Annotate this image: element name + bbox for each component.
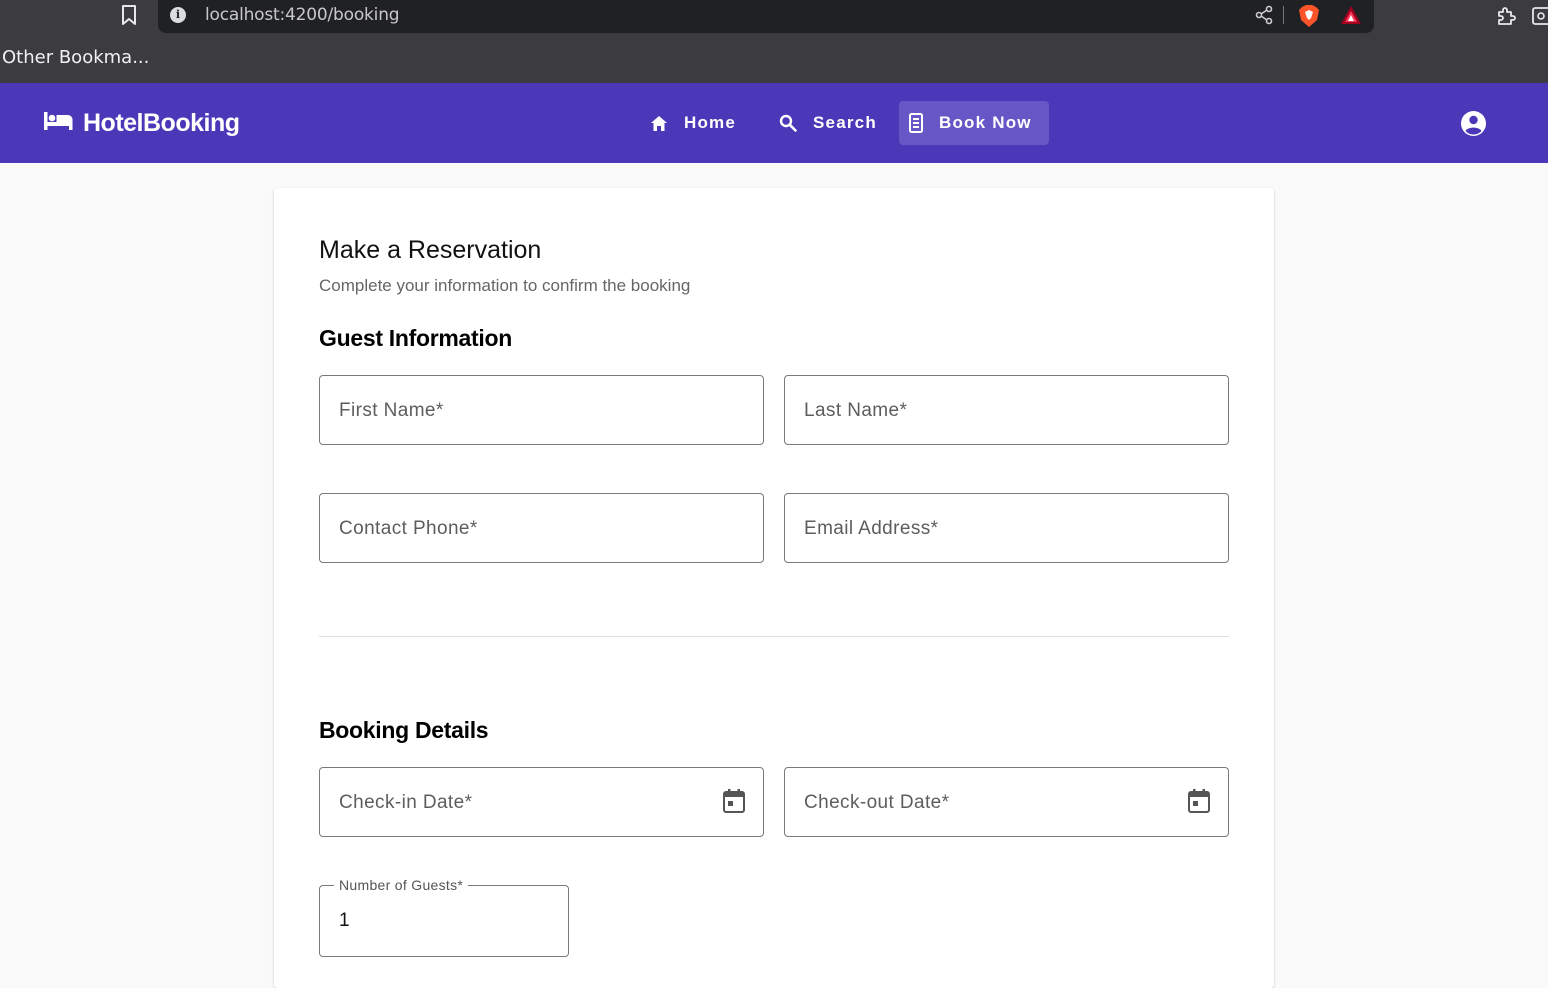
nav-book-now-label: Book Now <box>939 113 1032 132</box>
brand-logo[interactable]: HotelBooking <box>44 109 240 138</box>
guest-section-title: Guest Information <box>319 325 512 351</box>
page-subtitle: Complete your information to confirm the… <box>319 276 691 295</box>
bookmarks-bar: Other Bookma... <box>0 34 1548 84</box>
url-text[interactable]: localhost:4200/booking <box>205 5 400 25</box>
calendar-icon[interactable] <box>1187 788 1211 819</box>
nav-search-label: Search <box>813 113 877 132</box>
nav-home[interactable]: Home <box>640 101 758 145</box>
address-bar[interactable]: i localhost:4200/booking <box>158 0 1374 33</box>
guests-value[interactable]: 1 <box>339 910 350 932</box>
browser-toolbar: i localhost:4200/booking <box>0 0 1548 34</box>
bookmark-other[interactable]: Other Bookma... <box>2 47 149 68</box>
sidebar-icon[interactable] <box>1532 4 1548 33</box>
book-icon <box>909 113 923 133</box>
last-name-field[interactable]: Last Name* <box>784 375 1229 445</box>
nav-search[interactable]: Search <box>769 101 891 145</box>
last-name-placeholder: Last Name* <box>804 400 908 421</box>
account-circle-icon[interactable] <box>1460 110 1487 137</box>
checkin-date-field[interactable]: Check-in Date* <box>319 767 764 837</box>
brave-shields-icon[interactable] <box>1298 4 1320 33</box>
calendar-icon[interactable] <box>722 788 746 819</box>
site-info-icon[interactable]: i <box>170 7 186 23</box>
brand-name: HotelBooking <box>83 109 240 137</box>
first-name-field[interactable]: First Name* <box>319 375 764 445</box>
reservation-card: Make a Reservation Complete your informa… <box>274 188 1274 988</box>
hotel-bed-icon <box>44 111 73 136</box>
booking-section-title: Booking Details <box>319 717 489 743</box>
search-icon <box>779 114 797 132</box>
checkout-placeholder: Check-out Date* <box>804 792 950 813</box>
nav-book-now[interactable]: Book Now <box>899 101 1049 145</box>
bookmark-page-icon[interactable] <box>118 3 140 27</box>
first-name-placeholder: First Name* <box>339 400 444 421</box>
checkout-date-field[interactable]: Check-out Date* <box>784 767 1229 837</box>
checkin-placeholder: Check-in Date* <box>339 792 473 813</box>
extensions-icon[interactable] <box>1494 4 1518 33</box>
share-icon[interactable] <box>1254 5 1274 30</box>
app-navbar: HotelBooking Home Search Book Now <box>0 83 1548 163</box>
guests-label: Number of Guests* <box>334 877 469 893</box>
section-divider <box>319 636 1229 637</box>
phone-placeholder: Contact Phone* <box>339 518 478 539</box>
nav-home-label: Home <box>684 113 737 132</box>
page-title: Make a Reservation <box>319 236 542 264</box>
phone-field[interactable]: Contact Phone* <box>319 493 764 563</box>
toolbar-separator <box>1283 6 1284 24</box>
brave-rewards-icon[interactable] <box>1340 5 1362 30</box>
main-nav: Home Search Book Now <box>640 101 1049 145</box>
number-of-guests-field[interactable]: Number of Guests* 1 <box>319 877 569 957</box>
home-icon <box>650 115 668 132</box>
email-placeholder: Email Address* <box>804 518 939 539</box>
email-field[interactable]: Email Address* <box>784 493 1229 563</box>
